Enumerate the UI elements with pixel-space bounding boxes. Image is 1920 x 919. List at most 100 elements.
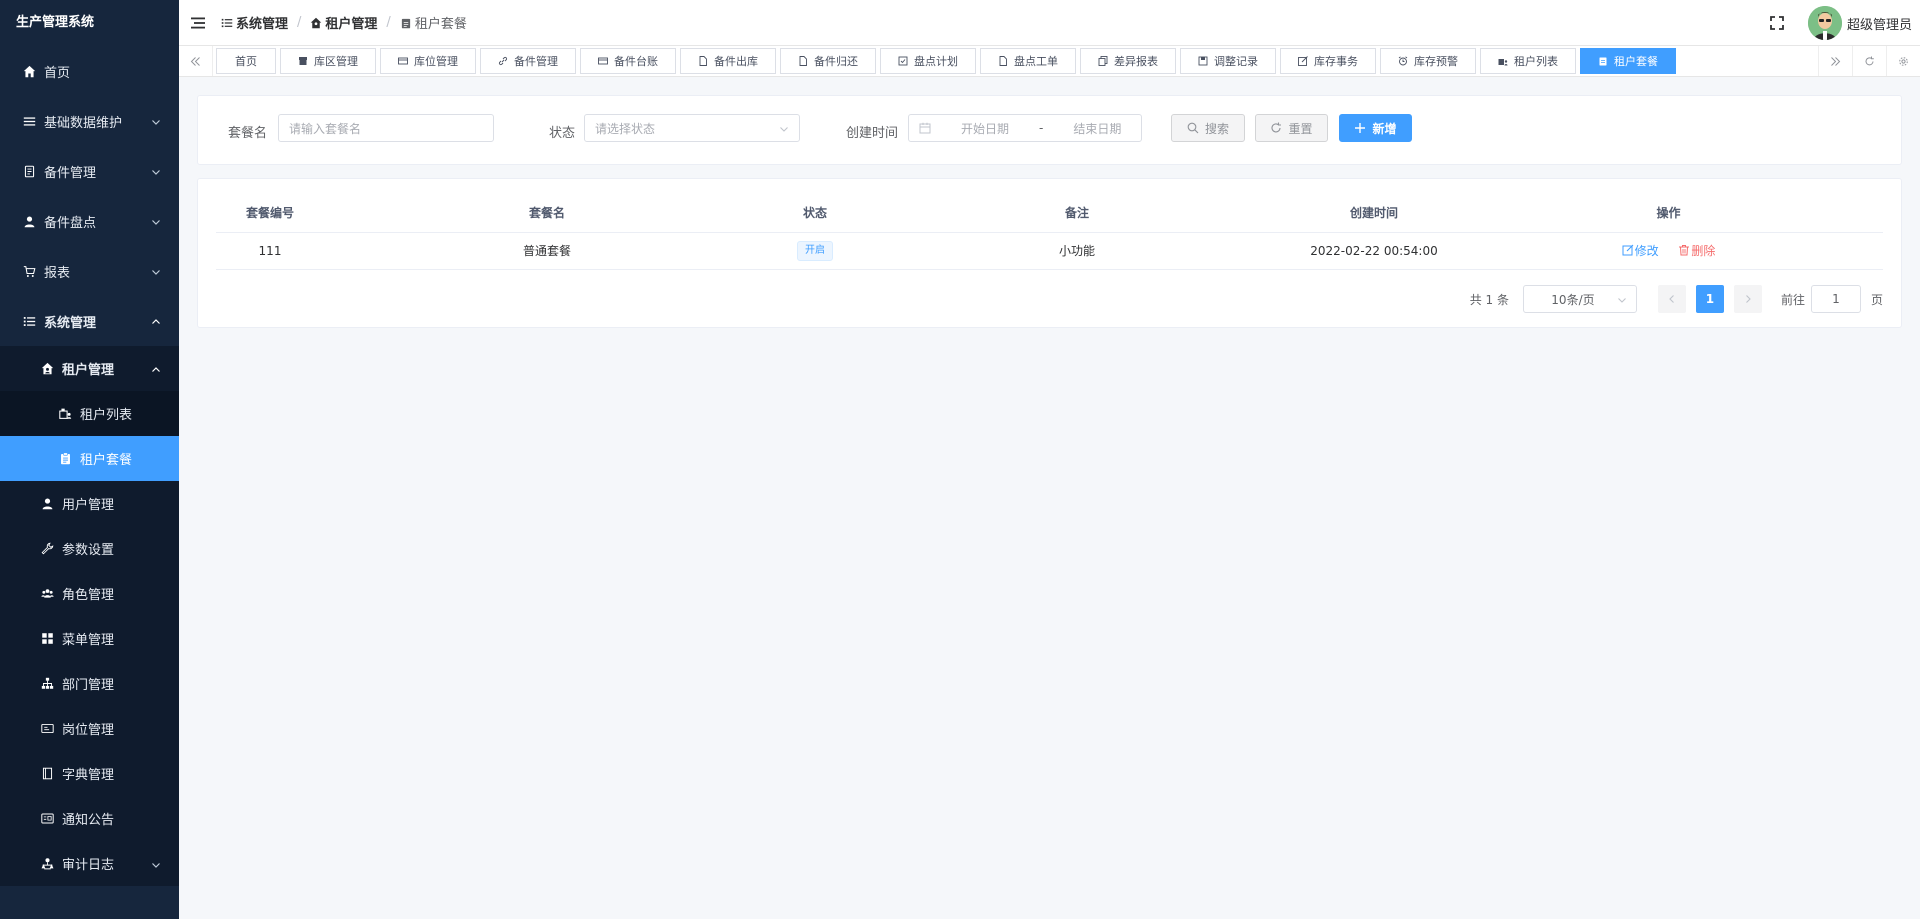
sidebar-item-tenant-package[interactable]: 租户套餐	[0, 436, 179, 481]
file-icon	[699, 56, 707, 66]
sidebar: 生产管理系统 首页 基础数据维护 备件管理 备件盘点 报表 系统管理 租户管理 …	[0, 0, 179, 919]
card-icon	[598, 57, 608, 65]
sidebar-item-roles[interactable]: 角色管理	[0, 571, 179, 616]
sidebar-item-posts[interactable]: 岗位管理	[0, 706, 179, 751]
end-date-input[interactable]: 结束日期	[1057, 120, 1137, 137]
app-title: 生产管理系统	[16, 15, 95, 30]
tag-count-order[interactable]: 盘点工单	[980, 48, 1076, 74]
sidebar-item-audit-log[interactable]: 审计日志	[0, 841, 179, 886]
user-icon	[40, 497, 54, 511]
breadcrumb-label: 租户管理	[325, 17, 378, 32]
refresh-icon	[1272, 122, 1282, 133]
tags-scroll-left[interactable]	[179, 46, 213, 76]
tag-label: 库存预警	[1414, 55, 1458, 68]
next-page-button[interactable]	[1733, 285, 1762, 313]
sidebar-item-notices[interactable]: 通知公告	[0, 796, 179, 841]
sidebar-item-reports[interactable]: 报表	[0, 246, 179, 296]
sidebar-item-dict[interactable]: 字典管理	[0, 751, 179, 796]
chevron-down-icon	[151, 166, 161, 176]
reset-button[interactable]: 重置	[1255, 114, 1328, 142]
page-size-select[interactable]: 10条/页	[1522, 285, 1637, 313]
sidebar-item-label: 部门管理	[62, 678, 115, 693]
edit-icon	[1622, 244, 1633, 256]
list-bullet-icon	[22, 314, 36, 328]
tag-tenant-list[interactable]: 租户列表	[1480, 48, 1576, 74]
table-header-row: 套餐编号 套餐名 状态 备注 创建时间 操作	[216, 194, 1883, 233]
sidebar-item-inventory-count[interactable]: 备件盘点	[0, 196, 179, 246]
edit-button-label: 修改	[1634, 243, 1659, 258]
tag-diff-report[interactable]: 差异报表	[1080, 48, 1176, 74]
tags-settings[interactable]	[1886, 46, 1920, 76]
calendar-icon	[919, 122, 931, 134]
tag-label: 租户套餐	[1614, 55, 1658, 68]
breadcrumb-separator: /	[386, 15, 391, 30]
date-range-picker[interactable]: 开始日期 - 结束日期	[908, 114, 1142, 142]
hamburger-icon[interactable]	[191, 16, 205, 30]
sidebar-item-label: 参数设置	[62, 543, 115, 558]
tag-count-plan[interactable]: 盘点计划	[880, 48, 976, 74]
sidebar-item-label: 用户管理	[62, 498, 115, 513]
breadcrumb-label: 租户套餐	[414, 17, 467, 32]
tags-scroll-right[interactable]	[1818, 46, 1852, 76]
save-icon	[1198, 56, 1208, 66]
sidebar-item-basic-data[interactable]: 基础数据维护	[0, 96, 179, 146]
tag-ledger[interactable]: 备件台账	[580, 48, 676, 74]
search-button[interactable]: 搜索	[1171, 114, 1245, 142]
sidebar-item-home[interactable]: 首页	[0, 46, 179, 96]
sidebar-item-label: 审计日志	[62, 858, 115, 873]
chevron-down-icon	[1618, 298, 1626, 303]
tags-refresh[interactable]	[1852, 46, 1886, 76]
tag-outbound[interactable]: 备件出库	[680, 48, 776, 74]
user-name[interactable]: 超级管理员	[1847, 14, 1912, 33]
sidebar-item-users[interactable]: 用户管理	[0, 481, 179, 526]
goto-label: 前往	[1780, 292, 1805, 307]
column-header: 创建时间	[1294, 194, 1454, 233]
prev-page-button[interactable]	[1657, 285, 1686, 313]
tag-parts[interactable]: 备件管理	[480, 48, 576, 74]
tags-list: 首页 库区管理 库位管理 备件管理 备件台账 备件出库 备件归还 盘点计划 盘点…	[213, 48, 1818, 74]
grid-icon	[40, 632, 54, 646]
tag-stock-tx[interactable]: 库存事务	[1280, 48, 1376, 74]
group-icon	[40, 587, 54, 601]
tag-tenant-package[interactable]: 租户套餐	[1580, 48, 1676, 74]
breadcrumb-label: 系统管理	[236, 17, 289, 32]
status-select[interactable]: 请选择状态	[584, 114, 800, 142]
tag-adjust-log[interactable]: 调整记录	[1180, 48, 1276, 74]
tag-label: 库存事务	[1314, 55, 1358, 68]
sidebar-item-params[interactable]: 参数设置	[0, 526, 179, 571]
sidebar-item-system[interactable]: 系统管理	[0, 296, 179, 346]
page-number-current[interactable]: 1	[1695, 285, 1724, 313]
create-time-label: 创建时间	[846, 126, 899, 141]
tag-home[interactable]: 首页	[216, 48, 276, 74]
avatar[interactable]	[1807, 6, 1842, 40]
breadcrumb-separator: /	[297, 15, 302, 30]
sidebar-item-menus[interactable]: 菜单管理	[0, 616, 179, 661]
tag-return[interactable]: 备件归还	[780, 48, 876, 74]
tag-location[interactable]: 库位管理	[380, 48, 476, 74]
wrench-icon	[40, 542, 54, 556]
user-area: 超级管理员	[1770, 0, 1912, 46]
goto-page-input[interactable]: 1	[1810, 285, 1861, 313]
add-button[interactable]: 新增	[1339, 114, 1412, 142]
date-range-separator: -	[1039, 121, 1044, 135]
sidebar-item-departments[interactable]: 部门管理	[0, 661, 179, 706]
fullscreen-icon[interactable]	[1770, 16, 1784, 30]
breadcrumb-item-system[interactable]: 系统管理	[221, 13, 288, 32]
message-icon	[40, 812, 54, 826]
delete-button[interactable]: 删除	[1678, 242, 1715, 259]
tag-label: 租户列表	[1514, 55, 1558, 68]
search-button-label: 搜索	[1204, 121, 1229, 136]
sidebar-item-tenant[interactable]: 租户管理	[0, 346, 179, 391]
package-name-input[interactable]: 请输入套餐名	[278, 114, 494, 142]
sidebar-item-label: 备件管理	[44, 165, 97, 181]
tag-stock-alert[interactable]: 库存预警	[1380, 48, 1476, 74]
edit-button[interactable]: 修改	[1622, 242, 1659, 259]
sidebar-item-tenant-list[interactable]: 租户列表	[0, 391, 179, 436]
list-icon	[22, 114, 36, 128]
breadcrumb-item-tenant[interactable]: 租户管理	[310, 13, 377, 32]
sidebar-item-parts[interactable]: 备件管理	[0, 146, 179, 196]
tag-label: 首页	[235, 55, 257, 68]
tag-area[interactable]: 库区管理	[280, 48, 376, 74]
start-date-input[interactable]: 开始日期	[945, 120, 1025, 137]
checklist-icon	[898, 56, 908, 66]
